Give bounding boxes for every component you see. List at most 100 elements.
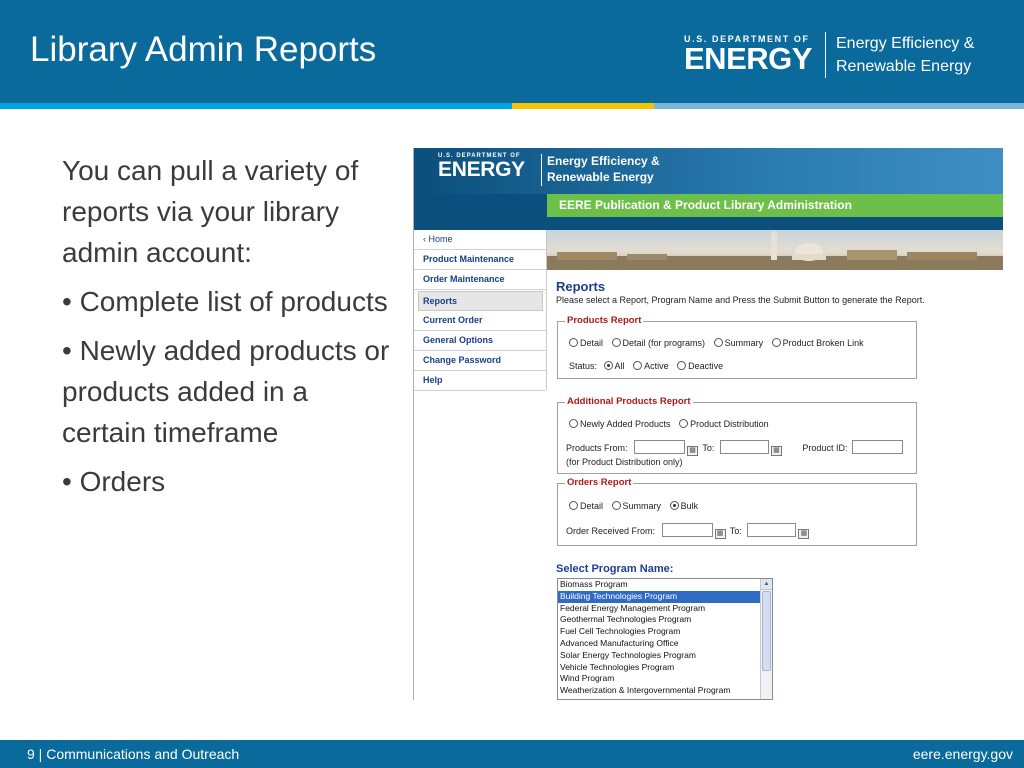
orders-detail-option[interactable]: Detail (569, 501, 603, 511)
option-label: Product Distribution (690, 419, 769, 429)
radio-icon[interactable] (669, 501, 679, 510)
newly-added-products-option[interactable]: Newly Added Products (569, 419, 671, 429)
radio-icon[interactable] (603, 361, 613, 370)
status-all-option[interactable]: All (603, 361, 625, 371)
program-option[interactable]: Advanced Manufacturing Office (558, 638, 772, 650)
radio-icon[interactable] (611, 501, 621, 510)
slide: Library Admin Reports U.S. DEPARTMENT OF… (0, 0, 1024, 768)
screenshot-logo-divider (541, 154, 542, 186)
radio-icon[interactable] (771, 338, 781, 347)
program-listbox[interactable]: Biomass Program Building Technologies Pr… (557, 578, 773, 700)
program-option[interactable]: Solar Energy Technologies Program (558, 650, 772, 662)
radio-icon[interactable] (633, 361, 643, 370)
radio-icon[interactable] (677, 361, 687, 370)
option-label: Summary (724, 338, 764, 348)
program-option-selected[interactable]: Building Technologies Program (558, 590, 772, 603)
nav-general-options[interactable]: General Options (414, 331, 546, 351)
screenshot-blue-strip (414, 217, 1003, 230)
orders-report-group: Orders Report Detail Summary Bulk Order … (557, 477, 917, 546)
option-label: Detail (580, 338, 604, 348)
products-detail-option[interactable]: Detail (569, 338, 603, 348)
eere-name-line2: Renewable Energy (836, 58, 972, 75)
program-option[interactable]: Geothermal Technologies Program (558, 614, 772, 626)
radio-icon[interactable] (611, 338, 621, 347)
footer-url[interactable]: eere.energy.gov (913, 746, 1013, 762)
calendar-icon[interactable]: ▦ (798, 529, 810, 539)
nav-product-maintenance[interactable]: Product Maintenance (414, 250, 546, 270)
nav-reports[interactable]: Reports (418, 291, 543, 311)
program-option[interactable]: Biomass Program (558, 579, 772, 591)
option-label: Detail (580, 501, 604, 511)
screenshot-header: U.S. DEPARTMENT OF ENERGY Energy Efficie… (414, 148, 1003, 194)
status-label: Status: (569, 361, 598, 371)
eere-name-line1: Energy Efficiency & (836, 35, 975, 52)
products-broken-link-option[interactable]: Product Broken Link (771, 338, 864, 348)
scroll-thumb[interactable] (762, 591, 771, 671)
select-program-heading: Select Program Name: (556, 563, 674, 575)
radio-icon[interactable] (569, 419, 578, 428)
order-received-from-label: Order Received From: (566, 526, 656, 536)
products-summary-option[interactable]: Summary (713, 338, 764, 348)
radio-icon[interactable] (679, 419, 689, 428)
product-distribution-note: (for Product Distribution only) (566, 457, 683, 467)
nav-order-maintenance[interactable]: Order Maintenance (414, 270, 546, 290)
products-report-group: Products Report Detail Detail (for progr… (557, 315, 917, 379)
calendar-icon[interactable]: ▦ (687, 446, 699, 456)
reports-instructions: Please select a Report, Program Name and… (556, 295, 925, 305)
bullet-orders: • Orders (62, 466, 166, 497)
order-from-input[interactable] (661, 523, 713, 537)
body-text: You can pull a variety of reports via yo… (62, 150, 392, 510)
screenshot-green-bar: EERE Publication & Product Library Admin… (547, 194, 1003, 217)
orders-report-legend: Orders Report (565, 477, 634, 488)
bullet-complete-list: • Complete list of products (62, 286, 388, 317)
orders-bulk-option[interactable]: Bulk (669, 501, 699, 511)
program-list-scrollbar[interactable]: ▲ (760, 579, 772, 699)
product-id-input[interactable] (851, 440, 903, 454)
nav-current-order[interactable]: Current Order (414, 311, 546, 331)
option-label: Detail (for programs) (622, 338, 706, 348)
capitol-skyline-banner (547, 230, 1003, 270)
option-label: Summary (622, 501, 662, 511)
products-detail-programs-option[interactable]: Detail (for programs) (611, 338, 706, 348)
nav-change-password[interactable]: Change Password (414, 351, 546, 371)
footer-page-label: 9 | Communications and Outreach (27, 746, 240, 762)
bullet-newly-added: • Newly added products or products added… (62, 335, 390, 448)
radio-icon[interactable] (569, 338, 578, 347)
option-label: Newly Added Products (580, 419, 671, 429)
program-option[interactable]: Vehicle Technologies Program (558, 662, 772, 674)
nav-help[interactable]: Help (414, 371, 546, 391)
order-to-label: To: (729, 526, 742, 536)
calendar-icon[interactable]: ▦ (770, 446, 782, 456)
option-label: All (614, 361, 625, 371)
products-from-input[interactable] (634, 440, 686, 454)
nav-home[interactable]: ‹ Home (414, 230, 546, 250)
logo-divider (825, 32, 826, 78)
status-active-option[interactable]: Active (633, 361, 669, 371)
product-id-label: Product ID: (802, 443, 848, 453)
screenshot-title-bar: EERE Publication & Product Library Admin… (414, 194, 1003, 217)
screenshot-eere-line2: Renewable Energy (547, 170, 654, 184)
status-deactive-option[interactable]: Deactive (677, 361, 723, 371)
scroll-up-icon[interactable]: ▲ (761, 579, 772, 590)
option-label: Bulk (680, 501, 699, 511)
order-to-input[interactable] (747, 523, 797, 537)
screenshot-eere-line1: Energy Efficiency & (547, 154, 660, 168)
skyline-illustration (547, 230, 1003, 270)
product-distribution-option[interactable]: Product Distribution (679, 419, 769, 429)
radio-icon[interactable] (569, 501, 578, 510)
program-option[interactable]: Wind Program (558, 673, 772, 685)
products-to-input[interactable] (719, 440, 769, 454)
intro-text: You can pull a variety of reports via yo… (62, 155, 359, 268)
program-option[interactable]: Federal Energy Management Program (558, 603, 772, 615)
reports-heading: Reports (556, 279, 606, 294)
doe-logo-big-text: ENERGY (684, 41, 812, 76)
doe-logo: U.S. DEPARTMENT OF ENERGY (684, 34, 816, 76)
orders-summary-option[interactable]: Summary (611, 501, 662, 511)
calendar-icon[interactable]: ▦ (714, 529, 726, 539)
radio-icon[interactable] (713, 338, 723, 347)
products-report-legend: Products Report (565, 315, 644, 326)
header-accent-stripe (0, 103, 1024, 109)
program-option[interactable]: Weatherization & Intergovernmental Progr… (558, 685, 772, 697)
products-to-label: To: (702, 443, 715, 453)
program-option[interactable]: Fuel Cell Technologies Program (558, 626, 772, 638)
